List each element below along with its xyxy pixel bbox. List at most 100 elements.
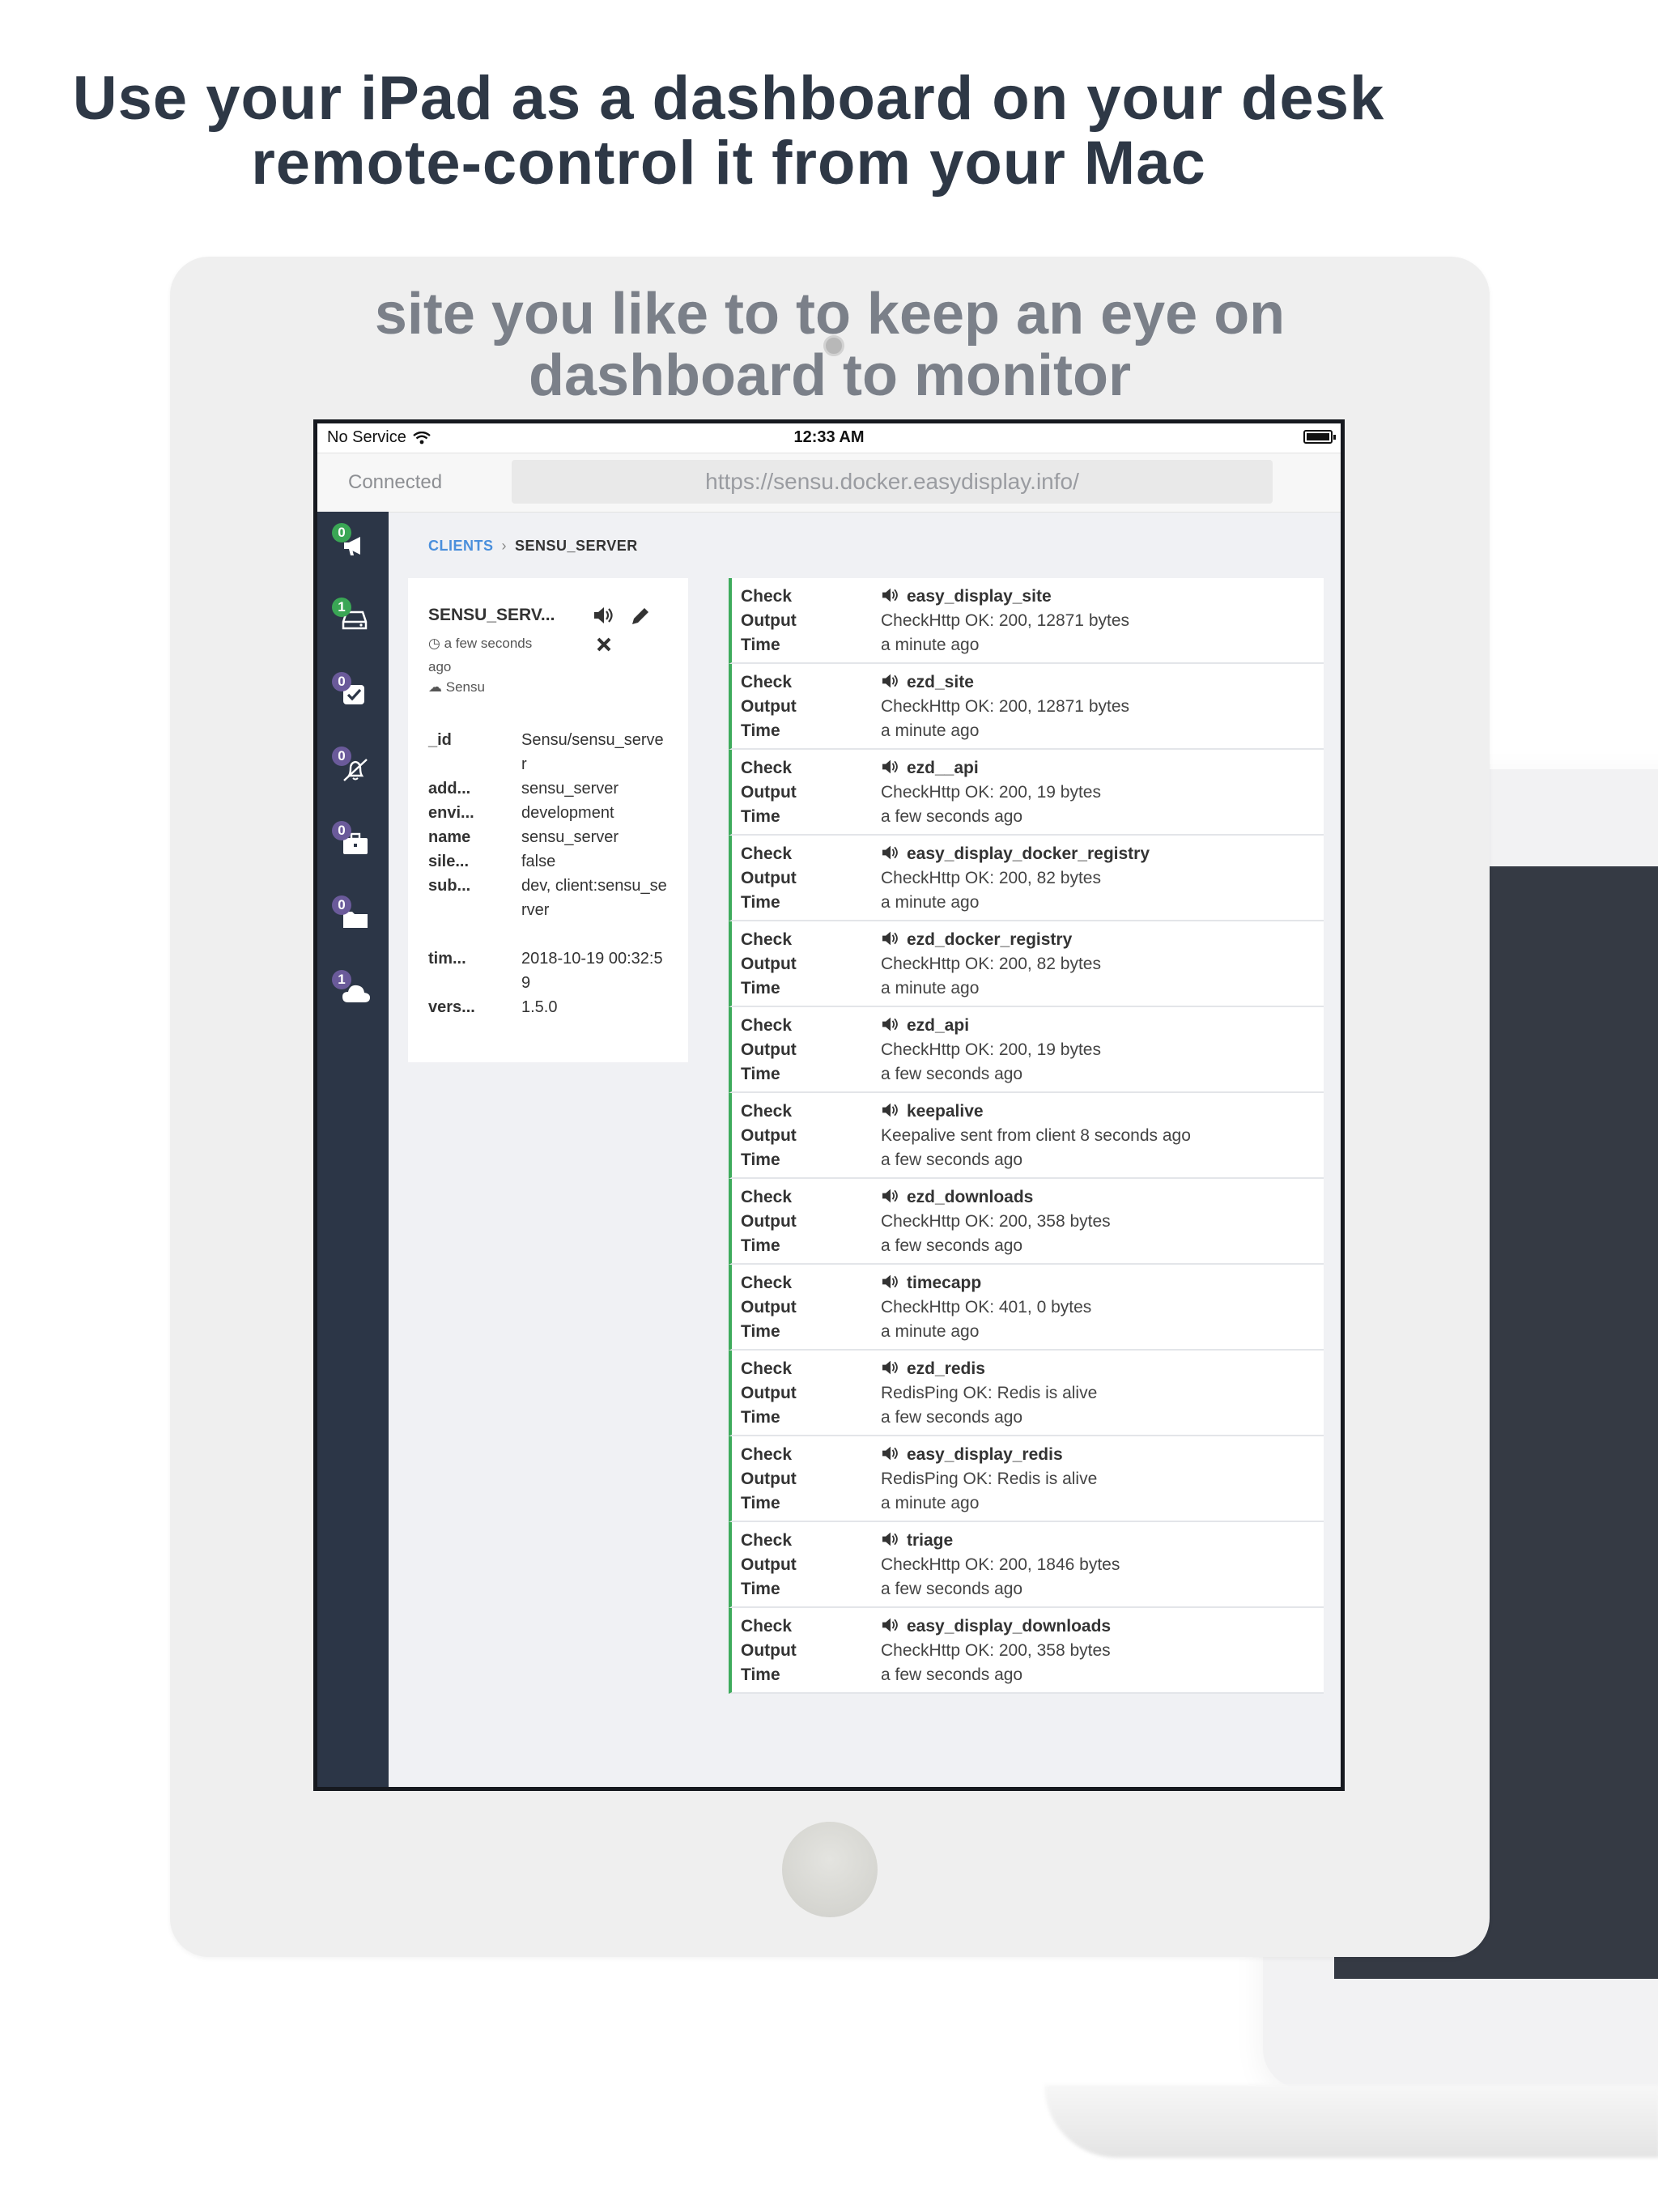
check-values: ezd_downloads CheckHttp OK: 200, 358 byte… bbox=[881, 1185, 1111, 1258]
check-row[interactable]: Check Output Time timecapp CheckHttp OK: 401… bbox=[729, 1265, 1324, 1351]
field-value: Sensu/sensu_server bbox=[521, 731, 664, 773]
speaker-icon bbox=[882, 674, 898, 688]
check-labels: Check Output Time bbox=[741, 1614, 797, 1687]
check-values: timecapp CheckHttp OK: 401, 0 bytes a minu… bbox=[881, 1271, 1091, 1344]
check-name: easy_display_redis bbox=[907, 1445, 1063, 1464]
headline-line-1: Use your iPad as a dashboard on your des… bbox=[72, 64, 1385, 133]
check-time: a few seconds ago bbox=[881, 1408, 1023, 1427]
check-row[interactable]: Check Output Time easy_display_docker_regis… bbox=[729, 836, 1324, 921]
client-name: SENSU_SERV... bbox=[428, 606, 555, 624]
check-labels: Check Output Time bbox=[741, 1185, 797, 1258]
check-row[interactable]: Check Output Time easy_display_downloads Che… bbox=[729, 1608, 1324, 1694]
speaker-icon bbox=[882, 1360, 898, 1375]
check-row[interactable]: Check Output Time ezd_site CheckHttp OK: 200… bbox=[729, 664, 1324, 750]
check-label: Check bbox=[741, 1188, 793, 1206]
ipad-screen: No Service 12:33 AM Connected https://se… bbox=[313, 419, 1345, 1791]
check-row[interactable]: Check Output Time ezd_downloads CheckHttp OK… bbox=[729, 1179, 1324, 1265]
field-value: dev, client:sensu_server bbox=[521, 877, 667, 919]
check-values: easy_display_docker_registry CheckHttp OK… bbox=[881, 842, 1150, 915]
check-time: a few seconds ago bbox=[881, 1580, 1023, 1598]
camera bbox=[823, 335, 844, 356]
check-row[interactable]: Check Output Time keepalive Keepalive sent f… bbox=[729, 1093, 1324, 1179]
cloud-icon: ☁ bbox=[428, 679, 446, 695]
check-name: ezd_site bbox=[907, 673, 974, 691]
check-output: CheckHttp OK: 401, 0 bytes bbox=[881, 1298, 1092, 1317]
sidebar-item-clients[interactable]: 1 bbox=[332, 598, 377, 643]
check-labels: Check Output Time bbox=[741, 1529, 797, 1602]
client-source-text: Sensu bbox=[445, 679, 485, 695]
check-label: Check bbox=[741, 1274, 793, 1292]
output-label: Output bbox=[741, 1298, 797, 1317]
client-last-seen: ◷ a few seconds ago bbox=[428, 632, 550, 678]
check-values: ezd_api CheckHttp OK: 200, 19 bytes a few … bbox=[881, 1014, 1101, 1087]
check-output: RedisPing OK: Redis is alive bbox=[881, 1470, 1098, 1488]
sidebar-item-silenced[interactable]: 0 bbox=[332, 747, 377, 792]
field-key: sub... bbox=[428, 877, 471, 895]
sidebar-badge: 0 bbox=[332, 747, 351, 766]
check-output: RedisPing OK: Redis is alive bbox=[881, 1384, 1098, 1402]
output-label: Output bbox=[741, 1040, 797, 1059]
check-values: ezd_docker_registry CheckHttp OK: 200, 82… bbox=[881, 928, 1101, 1001]
browser-bar: Connected https://sensu.docker.easydispl… bbox=[317, 453, 1341, 513]
check-time: a few seconds ago bbox=[881, 807, 1023, 826]
check-row[interactable]: Check Output Time easy_display_site CheckHtt… bbox=[729, 578, 1324, 664]
sidebar-badge: 0 bbox=[332, 895, 351, 915]
client-source: ☁ Sensu bbox=[428, 679, 485, 696]
check-output: CheckHttp OK: 200, 19 bytes bbox=[881, 1040, 1101, 1059]
field-key: name bbox=[428, 828, 471, 846]
check-label: Check bbox=[741, 587, 793, 606]
battery-icon bbox=[1303, 430, 1336, 444]
pencil-icon[interactable] bbox=[630, 606, 651, 627]
client-card: SENSU_SERV... ◷ a few seconds ago ☁ Sens… bbox=[408, 578, 688, 1062]
status-bar: No Service 12:33 AM bbox=[317, 423, 1341, 453]
check-labels: Check Output Time bbox=[741, 928, 797, 1001]
check-name: keepalive bbox=[907, 1102, 984, 1121]
speaker-icon[interactable] bbox=[593, 606, 615, 625]
speaker-icon bbox=[882, 1274, 898, 1289]
check-values: easy_display_downloads CheckHttp OK: 200,… bbox=[881, 1614, 1111, 1687]
home-button[interactable] bbox=[782, 1822, 878, 1917]
time-label: Time bbox=[741, 979, 780, 998]
speaker-icon bbox=[882, 1189, 898, 1203]
check-row[interactable]: Check Output Time easy_display_redis RedisPi… bbox=[729, 1436, 1324, 1522]
check-label: Check bbox=[741, 673, 793, 691]
headline: Use your iPad as a dashboard on your des… bbox=[49, 66, 1409, 196]
speaker-icon bbox=[882, 845, 898, 860]
check-row[interactable]: Check Output Time ezd_redis RedisPing OK: Re… bbox=[729, 1351, 1324, 1436]
breadcrumb-current: SENSU_SERVER bbox=[515, 538, 638, 554]
url-field[interactable]: https://sensu.docker.easydisplay.info/ bbox=[512, 460, 1273, 504]
sidebar-item-stashes[interactable]: 0 bbox=[332, 821, 377, 866]
check-labels: Check Output Time bbox=[741, 1100, 797, 1172]
check-values: easy_display_redis RedisPing OK: Redis is… bbox=[881, 1443, 1097, 1516]
sidebar-item-events[interactable]: 0 bbox=[332, 523, 377, 568]
check-labels: Check Output Time bbox=[741, 1271, 797, 1344]
check-row[interactable]: Check Output Time ezd_api CheckHttp OK: 200,… bbox=[729, 1007, 1324, 1093]
check-row[interactable]: Check Output Time ezd__api CheckHttp OK: 200… bbox=[729, 750, 1324, 836]
sidebar-item-datacenters[interactable]: 1 bbox=[332, 970, 377, 1015]
check-values: ezd_redis RedisPing OK: Redis is alive a f… bbox=[881, 1357, 1097, 1430]
check-name: ezd_redis bbox=[907, 1359, 985, 1378]
breadcrumb-clients-link[interactable]: CLIENTS bbox=[428, 538, 494, 554]
close-icon[interactable] bbox=[596, 636, 612, 653]
output-label: Output bbox=[741, 611, 797, 630]
sidebar-item-checks[interactable]: 0 bbox=[332, 672, 377, 717]
time-label: Time bbox=[741, 1665, 780, 1684]
field-key: add... bbox=[428, 780, 471, 798]
time-label: Time bbox=[741, 1322, 780, 1341]
field-key: envi... bbox=[428, 804, 474, 822]
check-time: a few seconds ago bbox=[881, 1236, 1023, 1255]
check-time: a minute ago bbox=[881, 979, 980, 998]
sidebar-item-aggregates[interactable]: 0 bbox=[332, 895, 377, 941]
check-label: Check bbox=[741, 759, 793, 777]
check-row[interactable]: Check Output Time triage CheckHttp OK: 200, … bbox=[729, 1522, 1324, 1608]
check-labels: Check Output Time bbox=[741, 670, 797, 743]
check-label: Check bbox=[741, 1102, 793, 1121]
time-label: Time bbox=[741, 1065, 780, 1083]
check-label: Check bbox=[741, 844, 793, 863]
check-row[interactable]: Check Output Time ezd_docker_registry CheckH… bbox=[729, 921, 1324, 1007]
check-label: Check bbox=[741, 1617, 793, 1636]
check-name: triage bbox=[907, 1531, 954, 1550]
check-output: CheckHttp OK: 200, 82 bytes bbox=[881, 869, 1101, 887]
check-values: ezd_site CheckHttp OK: 200, 12871 bytes a … bbox=[881, 670, 1129, 743]
check-labels: Check Output Time bbox=[741, 1357, 797, 1430]
